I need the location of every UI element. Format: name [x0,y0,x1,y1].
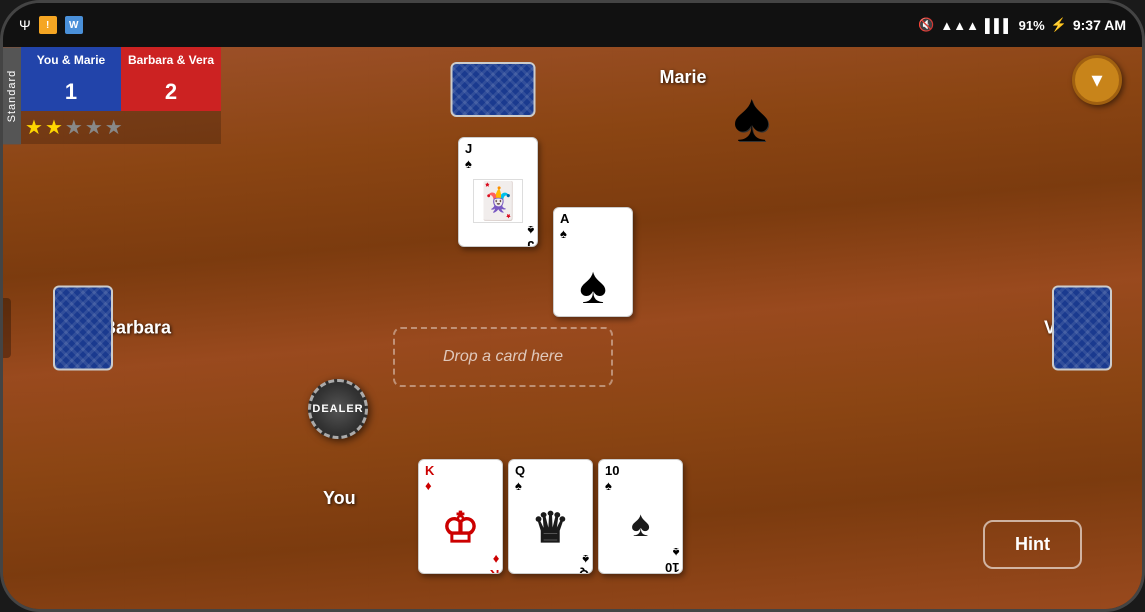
stars-row: ★ ★ ★ ★ ★ [21,111,221,144]
game-area: Standard You & Marie Barbara & Vera 1 2 … [3,47,1142,609]
status-bar: Ψ ! W 🔇 ▲▲▲ ▌▌▌ 91% ⚡ 9:37 AM [3,3,1142,47]
score-barbara-vera: 2 [121,73,221,111]
mode-label: Standard [3,47,21,144]
king-center-face: ♔ [442,503,480,552]
wifi-icon: ▲▲▲ [940,18,979,33]
player-card-ten[interactable]: 10♠ ♠ 10♠ [598,459,683,574]
dealer-label: DEALER [312,403,363,415]
score-you-marie: 1 [21,73,121,111]
queen-center-face: ♛ [532,503,570,552]
ten-bottom-label: 10♠ [662,545,679,574]
status-left-icons: Ψ ! W [19,16,83,34]
card-back-left [53,286,113,371]
drop-zone[interactable]: Drop a card here [393,327,613,387]
card-back-face-left [53,286,113,371]
card-back-face-right [1052,286,1112,371]
signal-icon: ▌▌▌ [985,18,1013,33]
player-card-king[interactable]: K♦ ♔ K♦ [418,459,503,574]
queen-bottom-label: Q♠ [576,552,589,574]
center-card-ace: A♠ ♠ A♠ [553,207,633,317]
team-headers: You & Marie Barbara & Vera [21,47,221,73]
player-you-label: You [323,488,356,509]
king-card-content: K♦ ♔ K♦ [419,460,502,573]
ten-top-label: 10♠ [602,463,619,493]
score-panel: Standard You & Marie Barbara & Vera 1 2 … [3,47,221,144]
queen-top-label: Q♠ [512,463,525,493]
card-back-face-top [451,62,536,117]
ten-center-suit: ♠ [631,503,650,545]
ace-bottom-label: A♠ [617,316,629,317]
word-icon: W [65,16,83,34]
jack-bottom-label: J♠ [524,223,534,247]
left-sidebar-handle [3,298,11,358]
center-card-jack: J♠ 🃏 J♠ [458,137,538,247]
star-2: ★ [45,115,63,140]
ace-card-content: A♠ ♠ A♠ [554,208,632,316]
time-display: 9:37 AM [1073,17,1126,33]
hint-button[interactable]: Hint [983,520,1082,569]
dealer-chip: DEALER [308,379,368,439]
ten-card-content: 10♠ ♠ 10♠ [599,460,682,573]
jack-card-content: J♠ 🃏 J♠ [459,138,537,246]
score-teams: You & Marie Barbara & Vera 1 2 ★ ★ ★ ★ ★ [21,47,221,144]
marie-spade-symbol: ♠ [733,77,770,157]
king-bottom-label: K♦ [487,552,499,574]
jack-face-body: 🃏 [473,179,523,223]
king-top-label: K♦ [422,463,434,493]
usb-icon: Ψ [19,17,31,33]
card-back-right [1052,286,1112,371]
drop-zone-text: Drop a card here [443,348,563,366]
status-right-icons: 🔇 ▲▲▲ ▌▌▌ 91% ⚡ 9:37 AM [918,17,1126,33]
star-1: ★ [25,115,43,140]
team-barbara-vera-header: Barbara & Vera [121,47,221,73]
menu-button[interactable]: ▾ [1072,55,1122,105]
player-barbara-label: Barbara [103,318,171,339]
jack-top-label: J♠ [462,141,472,171]
player-marie-label: Marie [659,67,706,88]
star-3: ★ [65,115,83,140]
phone-frame: Ψ ! W 🔇 ▲▲▲ ▌▌▌ 91% ⚡ 9:37 AM Standard Y… [0,0,1145,612]
battery-percent: 91% [1019,18,1045,33]
ace-top-label: A♠ [557,211,569,241]
player-card-queen[interactable]: Q♠ ♛ Q♠ [508,459,593,574]
team-scores: 1 2 [21,73,221,111]
star-5: ★ [105,115,123,140]
card-back-top [451,62,536,117]
star-4: ★ [85,115,103,140]
chevron-down-icon: ▾ [1091,69,1102,91]
mute-icon: 🔇 [918,17,934,33]
queen-card-content: Q♠ ♛ Q♠ [509,460,592,573]
warning-icon: ! [39,16,57,34]
lightning-icon: ⚡ [1051,17,1067,33]
ace-center-suit: ♠ [579,256,607,316]
team-you-marie-header: You & Marie [21,47,121,73]
